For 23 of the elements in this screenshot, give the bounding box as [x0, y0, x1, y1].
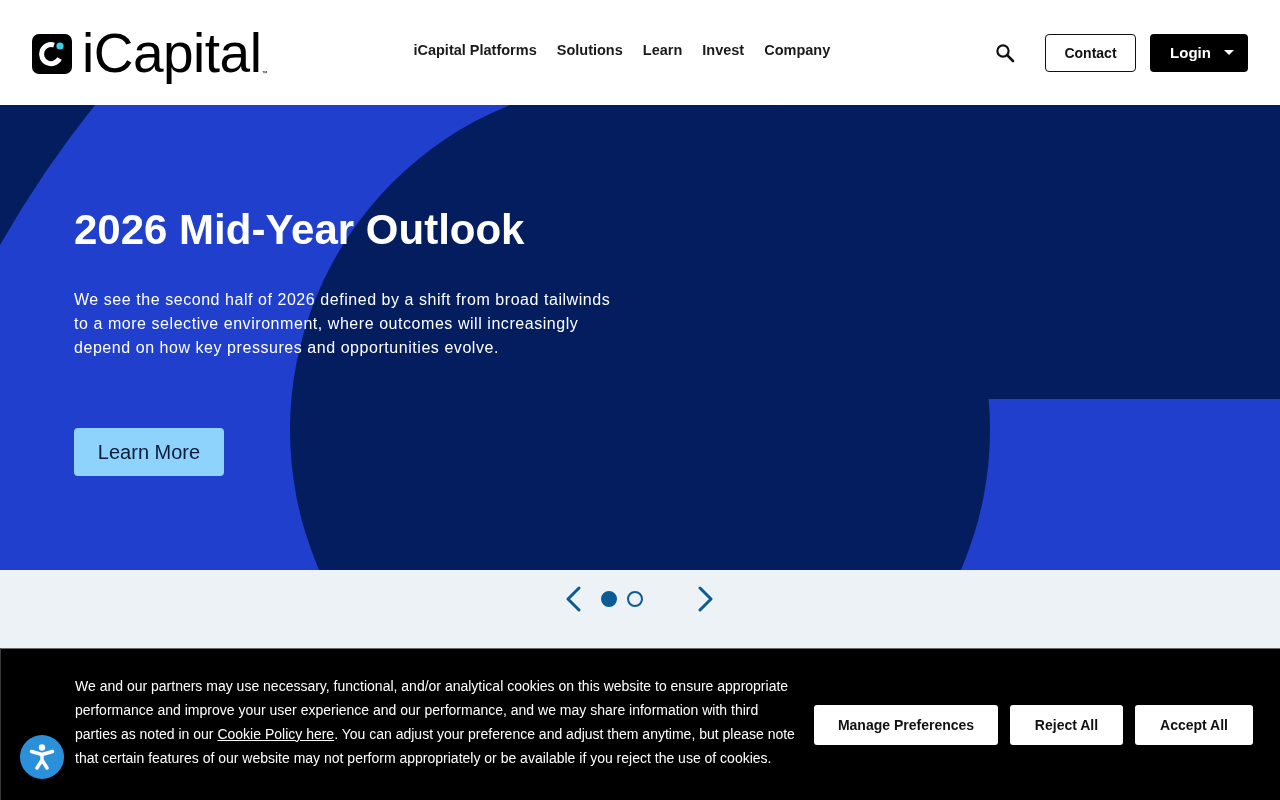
- caret-icon: [1223, 50, 1234, 55]
- learn-more-button[interactable]: Learn More: [74, 428, 224, 476]
- cookie-policy-link[interactable]: Cookie Policy here: [217, 725, 335, 742]
- slide-dot-icon[interactable]: [600, 591, 617, 607]
- nav-link[interactable]: Learn: [642, 41, 683, 58]
- nav-link[interactable]: Invest: [702, 41, 745, 58]
- nav-link[interactable]: Company: [764, 41, 831, 58]
- accessibility-icon[interactable]: [20, 735, 64, 779]
- cookie-notice-text: We and our partners may use necessary, functional, and/or analytical cookies on this website to ensure appropriate performance and improve your user experience and our performance, and we may share information with third parties as noted in our Cookie Policy here. You can adjust your preference and adjust them anytime, but please note that certain features of our website may not perform appropriately or be available if you reject the use of cookies.: [75, 676, 796, 768]
- cookie-button[interactable]: Reject All: [1010, 704, 1123, 745]
- cookie-button[interactable]: Accept All: [1135, 704, 1253, 745]
- chevron-left-icon[interactable]: [564, 586, 581, 612]
- hero-description: We see the second half of 2026 defined by a shift from broad tailwinds to a more selective environment, where outcomes will increasingly depend on how key pressures and opportunities evolve.: [74, 290, 612, 358]
- logo-mark-icon: [32, 33, 72, 74]
- cookie-button[interactable]: Manage Preferences: [814, 704, 998, 745]
- hero-title: 2026 Mid-Year Outlook: [74, 205, 525, 255]
- slide-dot-icon[interactable]: [626, 591, 643, 607]
- contact-button[interactable]: Contact: [1045, 33, 1136, 72]
- search-icon[interactable]: [995, 42, 1015, 63]
- login-button[interactable]: Login: [1150, 33, 1248, 72]
- chevron-right-icon[interactable]: [697, 586, 714, 612]
- nav-link[interactable]: Solutions: [556, 41, 623, 58]
- nav-link[interactable]: iCapital Platforms: [413, 41, 537, 58]
